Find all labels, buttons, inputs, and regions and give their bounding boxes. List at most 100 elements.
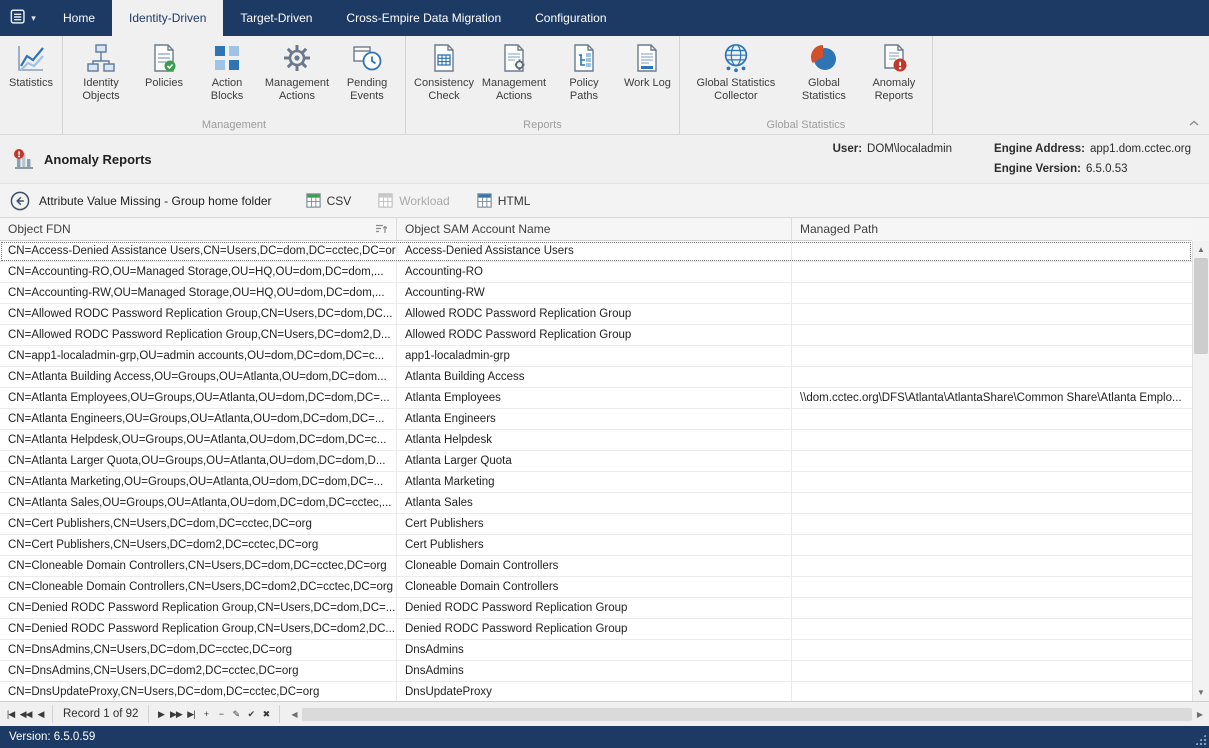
cell-fdn[interactable]: CN=Cloneable Domain Controllers,CN=Users… xyxy=(0,577,397,597)
cell-path[interactable] xyxy=(792,304,1192,324)
cell-sam[interactable]: Allowed RODC Password Replication Group xyxy=(397,304,792,324)
cell-sam[interactable]: Cert Publishers xyxy=(397,535,792,555)
table-row[interactable]: CN=Atlanta Building Access,OU=Groups,OU=… xyxy=(0,367,1192,388)
cell-path[interactable] xyxy=(792,493,1192,513)
cell-fdn[interactable]: CN=app1-localadmin-grp,OU=admin accounts… xyxy=(0,346,397,366)
table-row[interactable]: CN=Atlanta Helpdesk,OU=Groups,OU=Atlanta… xyxy=(0,430,1192,451)
app-menu-button[interactable]: ▾ xyxy=(0,0,46,36)
cell-path[interactable] xyxy=(792,346,1192,366)
column-header-managed-path[interactable]: Managed Path xyxy=(792,218,1192,240)
table-row[interactable]: CN=DnsAdmins,CN=Users,DC=dom,DC=cctec,DC… xyxy=(0,640,1192,661)
cell-path[interactable] xyxy=(792,640,1192,660)
append-record-button[interactable]: + xyxy=(198,703,213,726)
ribbon-button-work-log-reports[interactable]: Work Log xyxy=(624,42,671,90)
first-record-button[interactable]: |◀ xyxy=(3,703,18,726)
ribbon-button-policies-management[interactable]: Policies xyxy=(141,42,187,90)
cell-sam[interactable]: Atlanta Helpdesk xyxy=(397,430,792,450)
cell-path[interactable] xyxy=(792,556,1192,576)
tab-target-driven[interactable]: Target-Driven xyxy=(223,0,329,36)
cell-path[interactable] xyxy=(792,472,1192,492)
scroll-right-icon[interactable]: ▶ xyxy=(1192,710,1208,719)
ribbon-button-identity-objects-management[interactable]: Identity Objects xyxy=(71,42,131,103)
cell-path[interactable] xyxy=(792,325,1192,345)
column-header-object-fdn[interactable]: Object FDN xyxy=(0,218,397,240)
table-row[interactable]: CN=Denied RODC Password Replication Grou… xyxy=(0,619,1192,640)
ribbon-collapse-button[interactable] xyxy=(1187,113,1201,131)
cell-fdn[interactable]: CN=Atlanta Helpdesk,OU=Groups,OU=Atlanta… xyxy=(0,430,397,450)
table-row[interactable]: CN=Accounting-RO,OU=Managed Storage,OU=H… xyxy=(0,262,1192,283)
cell-sam[interactable]: Atlanta Building Access xyxy=(397,367,792,387)
ribbon-button-pending-events-management[interactable]: Pending Events xyxy=(337,42,397,103)
resize-grip[interactable] xyxy=(1195,734,1206,745)
table-row[interactable]: CN=Cloneable Domain Controllers,CN=Users… xyxy=(0,556,1192,577)
table-row[interactable]: CN=Atlanta Employees,OU=Groups,OU=Atlant… xyxy=(0,388,1192,409)
cell-fdn[interactable]: CN=Cert Publishers,CN=Users,DC=dom,DC=cc… xyxy=(0,514,397,534)
table-row[interactable]: CN=Denied RODC Password Replication Grou… xyxy=(0,598,1192,619)
table-row[interactable]: CN=Allowed RODC Password Replication Gro… xyxy=(0,304,1192,325)
cell-fdn[interactable]: CN=Atlanta Larger Quota,OU=Groups,OU=Atl… xyxy=(0,451,397,471)
html-export-button[interactable]: HTML xyxy=(467,189,540,212)
prev-page-button[interactable]: ◀◀ xyxy=(18,703,33,726)
cell-path[interactable] xyxy=(792,430,1192,450)
cell-fdn[interactable]: CN=Cert Publishers,CN=Users,DC=dom2,DC=c… xyxy=(0,535,397,555)
ribbon-button-statistics[interactable]: Statistics xyxy=(8,42,54,90)
next-record-button[interactable]: ▶ xyxy=(153,703,168,726)
cell-sam[interactable]: Allowed RODC Password Replication Group xyxy=(397,325,792,345)
scroll-up-icon[interactable]: ▲ xyxy=(1193,241,1209,258)
cell-path[interactable] xyxy=(792,661,1192,681)
cell-path[interactable] xyxy=(792,619,1192,639)
cell-sam[interactable]: Cloneable Domain Controllers xyxy=(397,577,792,597)
cell-fdn[interactable]: CN=Atlanta Sales,OU=Groups,OU=Atlanta,OU… xyxy=(0,493,397,513)
table-row[interactable]: CN=Cert Publishers,CN=Users,DC=dom2,DC=c… xyxy=(0,535,1192,556)
back-button[interactable] xyxy=(10,190,32,212)
cancel-edit-button[interactable]: ✖ xyxy=(258,703,273,726)
cell-sam[interactable]: Atlanta Sales xyxy=(397,493,792,513)
cell-path[interactable] xyxy=(792,598,1192,618)
cell-path[interactable] xyxy=(792,409,1192,429)
column-header-object-sam-account-name[interactable]: Object SAM Account Name xyxy=(397,218,792,240)
ribbon-button-policy-paths-reports[interactable]: Policy Paths xyxy=(554,42,614,103)
cell-path[interactable] xyxy=(792,262,1192,282)
cell-sam[interactable]: DnsAdmins xyxy=(397,661,792,681)
cell-path[interactable]: \\dom.cctec.org\DFS\Atlanta\AtlantaShare… xyxy=(792,388,1192,408)
cell-sam[interactable]: DnsAdmins xyxy=(397,640,792,660)
cell-path[interactable] xyxy=(792,283,1192,303)
cell-sam[interactable]: Denied RODC Password Replication Group xyxy=(397,619,792,639)
cell-fdn[interactable]: CN=Atlanta Employees,OU=Groups,OU=Atlant… xyxy=(0,388,397,408)
ribbon-button-anomaly-reports-global-statistics[interactable]: Anomaly Reports xyxy=(864,42,924,103)
next-page-button[interactable]: ▶▶ xyxy=(168,703,183,726)
cell-fdn[interactable]: CN=Accounting-RW,OU=Managed Storage,OU=H… xyxy=(0,283,397,303)
cell-fdn[interactable]: CN=Denied RODC Password Replication Grou… xyxy=(0,598,397,618)
end-edit-button[interactable]: ✔ xyxy=(243,703,258,726)
cell-sam[interactable]: Atlanta Employees xyxy=(397,388,792,408)
cell-sam[interactable]: Denied RODC Password Replication Group xyxy=(397,598,792,618)
ribbon-button-consistency-check-reports[interactable]: Consistency Check xyxy=(414,42,474,103)
vertical-scrollbar[interactable]: ▲ ▼ xyxy=(1192,241,1209,701)
cell-fdn[interactable]: CN=Atlanta Marketing,OU=Groups,OU=Atlant… xyxy=(0,472,397,492)
table-row[interactable]: CN=Cloneable Domain Controllers,CN=Users… xyxy=(0,577,1192,598)
edit-record-button[interactable]: ✎ xyxy=(228,703,243,726)
cell-path[interactable] xyxy=(792,577,1192,597)
cell-sam[interactable]: Accounting-RO xyxy=(397,262,792,282)
table-row[interactable]: CN=Atlanta Marketing,OU=Groups,OU=Atlant… xyxy=(0,472,1192,493)
scroll-down-icon[interactable]: ▼ xyxy=(1193,684,1209,701)
cell-fdn[interactable]: CN=Atlanta Engineers,OU=Groups,OU=Atlant… xyxy=(0,409,397,429)
cell-fdn[interactable]: CN=Atlanta Building Access,OU=Groups,OU=… xyxy=(0,367,397,387)
cell-fdn[interactable]: CN=DnsAdmins,CN=Users,DC=dom,DC=cctec,DC… xyxy=(0,640,397,660)
prev-record-button[interactable]: ◀ xyxy=(33,703,48,726)
delete-record-button[interactable]: − xyxy=(213,703,228,726)
table-row[interactable]: CN=app1-localadmin-grp,OU=admin accounts… xyxy=(0,346,1192,367)
cell-sam[interactable]: Access-Denied Assistance Users xyxy=(397,241,792,261)
last-record-button[interactable]: ▶| xyxy=(183,703,198,726)
cell-path[interactable] xyxy=(792,535,1192,555)
ribbon-button-management-actions-reports[interactable]: Management Actions xyxy=(484,42,544,103)
tab-identity-driven[interactable]: Identity-Driven xyxy=(112,0,223,36)
tab-cross-empire-data-migration[interactable]: Cross-Empire Data Migration xyxy=(329,0,518,36)
cell-sam[interactable]: Atlanta Engineers xyxy=(397,409,792,429)
cell-fdn[interactable]: CN=Cloneable Domain Controllers,CN=Users… xyxy=(0,556,397,576)
cell-sam[interactable]: Atlanta Larger Quota xyxy=(397,451,792,471)
table-row[interactable]: CN=Accounting-RW,OU=Managed Storage,OU=H… xyxy=(0,283,1192,304)
csv-export-button[interactable]: CSV xyxy=(296,189,361,212)
cell-sam[interactable]: Cert Publishers xyxy=(397,514,792,534)
horizontal-scrollbar-thumb[interactable] xyxy=(302,708,1192,721)
